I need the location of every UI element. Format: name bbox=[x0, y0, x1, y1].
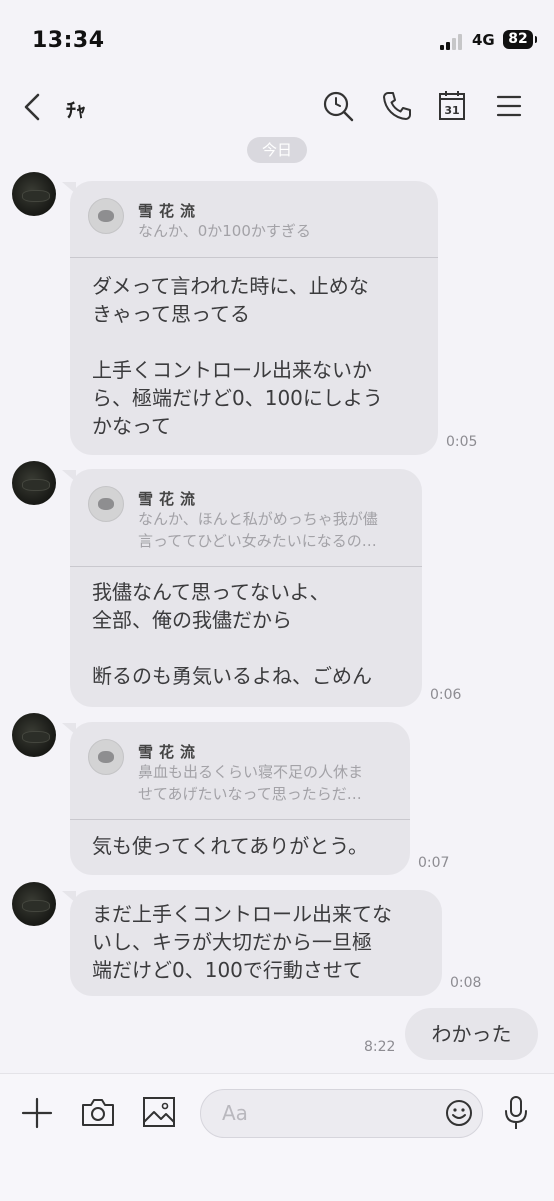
message-bubble[interactable]: 雪花流 なんか、ほんと私がめっちゃ我が儘 言っててひどい女みたいになるの… 我儘… bbox=[70, 469, 422, 707]
phone-icon[interactable] bbox=[381, 90, 413, 122]
message-text: 我儘なんて思ってないよ、 全部、俺の我儘だから 断るのも勇気いるよね、ごめん bbox=[92, 580, 372, 688]
quoted-sender-name: 雪花流 bbox=[138, 743, 202, 761]
status-bar: 13:34 4G 82 bbox=[0, 0, 554, 80]
calendar-icon[interactable]: 31 bbox=[438, 89, 466, 121]
quoted-text: 鼻血も出るくらい寝不足の人休ま bbox=[138, 763, 364, 781]
message-text: 気も使ってくれてありがとう。 bbox=[92, 834, 368, 858]
menu-icon[interactable] bbox=[496, 94, 522, 118]
contact-avatar[interactable] bbox=[12, 461, 56, 505]
message-bubble[interactable]: 雪花流 なんか、0か100かすぎる ダメって言われた時に、止めな きゃって思って… bbox=[70, 181, 438, 455]
image-icon[interactable] bbox=[142, 1096, 176, 1128]
message-time: 0:05 bbox=[446, 434, 478, 450]
quoted-text: 言っててひどい女みたいになるの… bbox=[138, 532, 377, 550]
date-divider: 今日 bbox=[247, 137, 307, 163]
network-type: 4G bbox=[472, 31, 495, 49]
quoted-text: せてあげたいなって思ったらだ… bbox=[138, 785, 362, 803]
quoted-text: なんか、0か100かすぎる bbox=[138, 222, 311, 240]
message-bubble[interactable]: 雪花流 鼻血も出るくらい寝不足の人休ま せてあげたいなって思ったらだ… 気も使っ… bbox=[70, 722, 410, 875]
message-time: 0:07 bbox=[418, 855, 450, 871]
quoted-text: なんか、ほんと私がめっちゃ我が儘 bbox=[138, 510, 378, 528]
reply-quote[interactable]: 雪花流 鼻血も出るくらい寝不足の人休ま せてあげたいなって思ったらだ… bbox=[70, 722, 410, 820]
reply-quote[interactable]: 雪花流 なんか、ほんと私がめっちゃ我が儘 言っててひどい女みたいになるの… bbox=[70, 469, 422, 567]
quoted-sender-name: 雪花流 bbox=[138, 490, 202, 508]
message-time: 0:06 bbox=[430, 687, 462, 703]
message-bubble[interactable]: まだ上手くコントロール出来てな いし、キラが大切だから一旦極 端だけど0、100… bbox=[70, 890, 442, 996]
quoted-avatar bbox=[88, 198, 124, 234]
search-icon[interactable] bbox=[322, 90, 354, 122]
message-time: 0:08 bbox=[450, 975, 482, 991]
my-message-time: 8:22 bbox=[364, 1039, 396, 1055]
emoji-icon[interactable] bbox=[445, 1099, 473, 1127]
quoted-avatar bbox=[88, 486, 124, 522]
message-input-placeholder: Aa bbox=[222, 1101, 248, 1125]
reply-quote[interactable]: 雪花流 なんか、0か100かすぎる bbox=[70, 181, 438, 258]
message-text: まだ上手くコントロール出来てな いし、キラが大切だから一旦極 端だけど0、100… bbox=[92, 902, 392, 982]
contact-avatar[interactable] bbox=[12, 713, 56, 757]
battery-icon: 82 bbox=[503, 30, 537, 49]
quoted-avatar bbox=[88, 739, 124, 775]
plus-icon[interactable] bbox=[20, 1096, 54, 1130]
signal-icon bbox=[440, 34, 466, 50]
contact-avatar[interactable] bbox=[12, 172, 56, 216]
back-icon[interactable] bbox=[20, 92, 46, 122]
microphone-icon[interactable] bbox=[502, 1095, 530, 1131]
camera-icon[interactable] bbox=[80, 1096, 116, 1128]
my-message-bubble[interactable]: わかった bbox=[405, 1008, 538, 1060]
quoted-sender-name: 雪花流 bbox=[138, 202, 202, 220]
calendar-day: 31 bbox=[444, 104, 459, 117]
status-time: 13:34 bbox=[32, 28, 105, 53]
contact-avatar[interactable] bbox=[12, 882, 56, 926]
chat-title: ﾁｬ bbox=[66, 98, 86, 122]
message-text: ダメって言われた時に、止めな きゃって思ってる 上手くコントロール出来ないか ら… bbox=[92, 274, 383, 438]
